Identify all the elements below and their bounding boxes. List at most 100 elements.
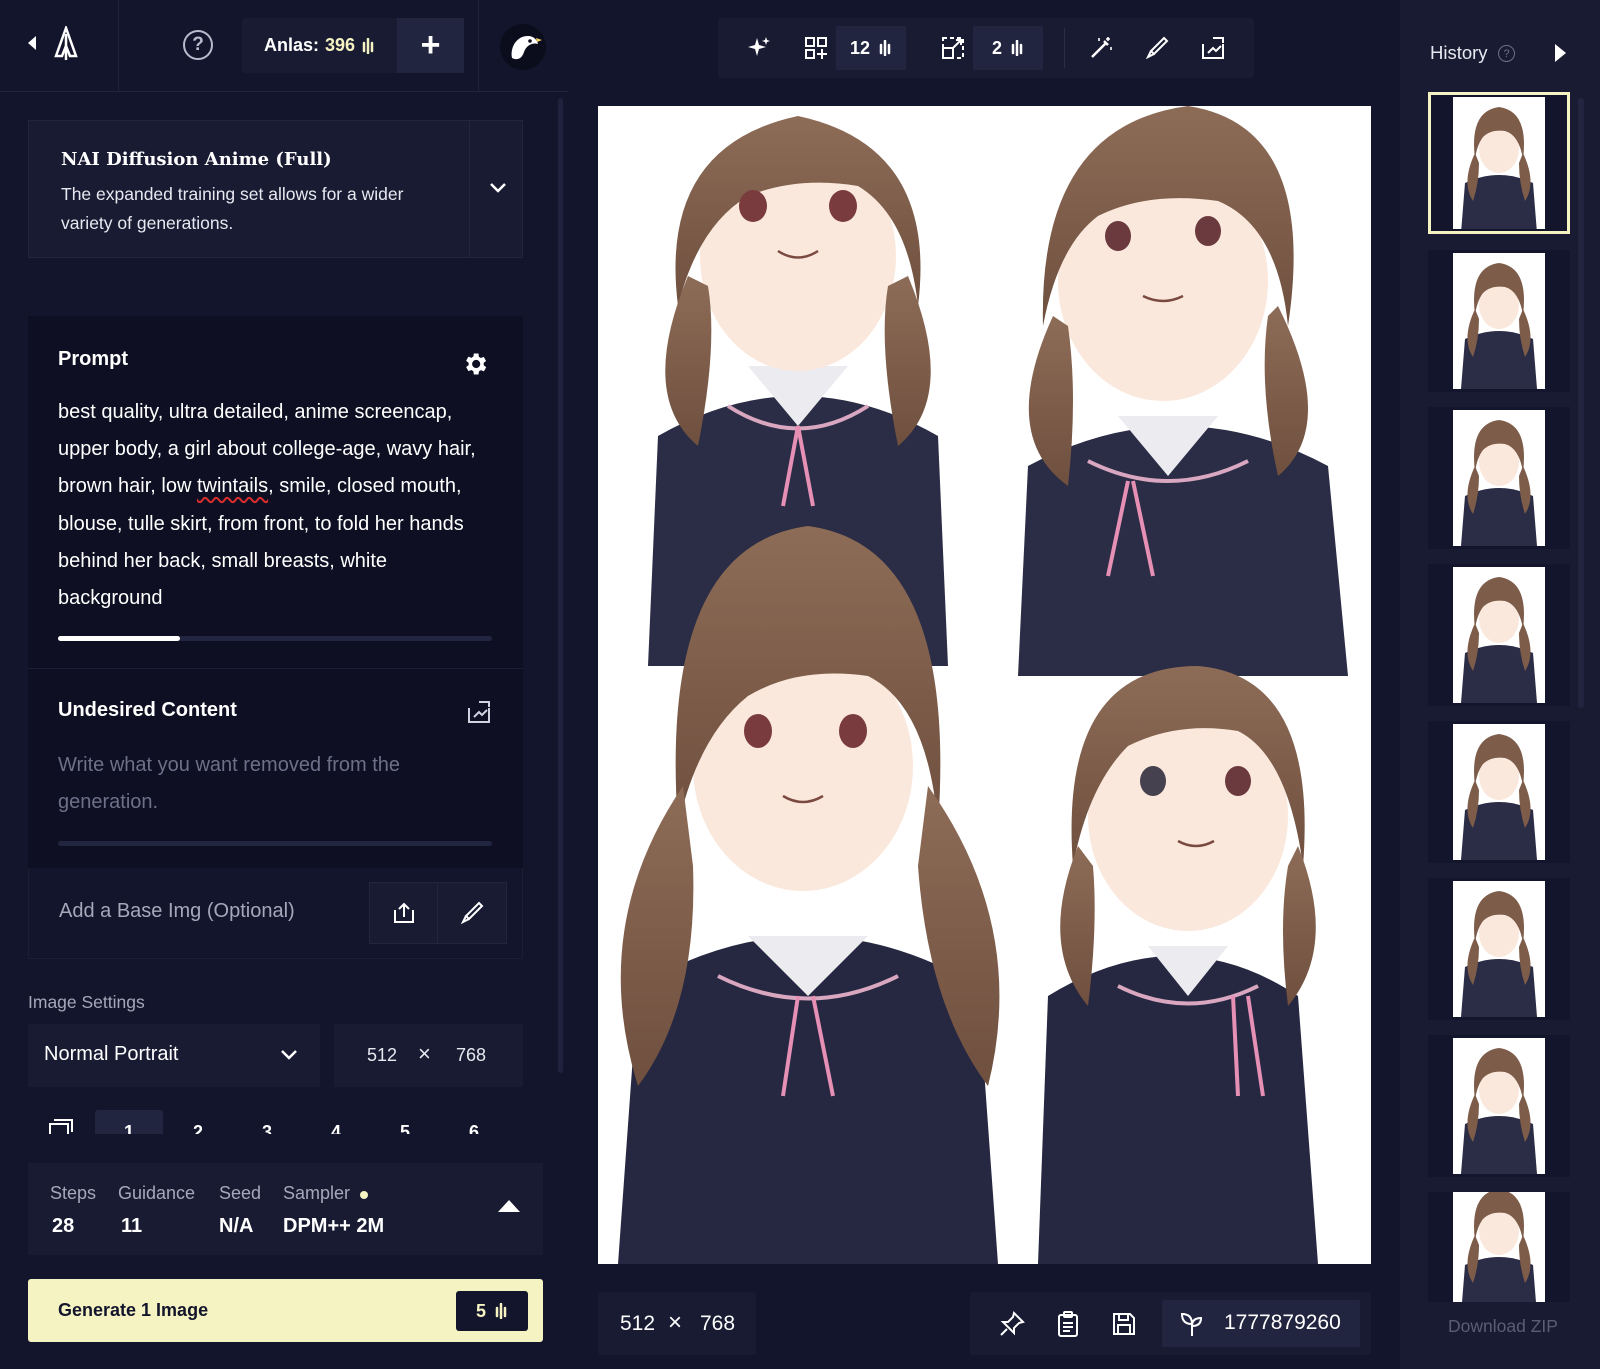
- image-count-tab-5[interactable]: 5: [371, 1110, 439, 1134]
- download-zip-button[interactable]: Download ZIP: [1448, 1316, 1558, 1337]
- history-item[interactable]: [1428, 250, 1570, 392]
- anlas-icon: [879, 40, 891, 56]
- steps-value: 28: [52, 1215, 75, 1237]
- model-name: NAI Diffusion Anime (Full): [61, 149, 332, 170]
- misspelled-word: twintails: [196, 475, 269, 498]
- upscale-cost: 2: [973, 26, 1043, 70]
- novelai-logo-icon[interactable]: [52, 26, 80, 62]
- resolution-preset-value: Normal Portrait: [44, 1043, 179, 1065]
- anlas-balance: Anlas: 396 +: [242, 18, 464, 73]
- save-icon[interactable]: [1110, 1310, 1138, 1338]
- image-settings-label: Image Settings: [28, 992, 145, 1012]
- history-item[interactable]: [1428, 1035, 1570, 1177]
- sampler-value: DPM++ 2M: [283, 1215, 385, 1237]
- anlas-icon: [1011, 40, 1023, 56]
- guidance-label: Guidance: [118, 1183, 196, 1203]
- help-icon[interactable]: ?: [183, 30, 213, 60]
- undesired-content-input[interactable]: Write what you want removed from the gen…: [58, 747, 478, 821]
- base-image-buttons: [369, 882, 507, 944]
- base-image-label: Add a Base Img (Optional): [59, 900, 295, 922]
- times-symbol: ×: [418, 1041, 431, 1066]
- image-count-tab-6[interactable]: 6: [440, 1110, 508, 1134]
- clipboard-icon[interactable]: [1054, 1310, 1082, 1338]
- generated-image[interactable]: [598, 106, 1371, 1264]
- left-scrollbar[interactable]: [558, 98, 563, 1073]
- inpaint-brush-icon[interactable]: [1144, 35, 1170, 61]
- image-count-tab-4[interactable]: 4: [302, 1110, 370, 1134]
- settings-summary[interactable]: Steps 28 Guidance 11 Seed N/A Sampler DP…: [28, 1163, 543, 1255]
- history-thumbnail: [1453, 97, 1545, 229]
- divider: [1064, 28, 1065, 68]
- magic-wand-icon[interactable]: [1088, 35, 1114, 61]
- history-item[interactable]: [1428, 407, 1570, 549]
- token-usage-fill: [58, 636, 180, 641]
- collapse-left-arrow-icon[interactable]: [28, 36, 36, 50]
- history-item[interactable]: [1428, 564, 1570, 706]
- history-thumbnail: [1453, 1038, 1545, 1174]
- chevron-down-icon: [281, 1050, 297, 1060]
- avatar-bird-icon: [511, 36, 542, 60]
- paint-new-image-button[interactable]: [438, 883, 506, 943]
- anlas-label: Anlas:: [264, 35, 320, 55]
- generate-cost-value: 5: [475, 1300, 486, 1321]
- buy-anlas-button[interactable]: +: [397, 18, 464, 73]
- upload-image-button[interactable]: [370, 883, 438, 943]
- variations-icon[interactable]: [803, 35, 829, 61]
- divider: [478, 0, 479, 92]
- sampler-label: Sampler: [283, 1183, 351, 1203]
- token-usage-bar: [58, 636, 492, 641]
- history-thumbnail: [1453, 410, 1545, 546]
- history-thumbnail: [1453, 724, 1545, 860]
- upscale-icon[interactable]: [940, 35, 966, 61]
- model-selector[interactable]: NAI Diffusion Anime (Full) The expanded …: [28, 120, 523, 258]
- history-help-icon[interactable]: ?: [1498, 45, 1515, 62]
- history-item[interactable]: [1428, 1192, 1570, 1302]
- variations-cost-value: 12: [849, 37, 871, 58]
- pin-icon[interactable]: [998, 1310, 1026, 1338]
- times-symbol: ×: [668, 1309, 683, 1336]
- generate-button[interactable]: Generate 1 Image 5: [28, 1279, 543, 1342]
- width-input[interactable]: 512: [367, 1045, 397, 1066]
- account-avatar[interactable]: [500, 24, 546, 70]
- sampler-indicator-dot: [360, 1191, 368, 1199]
- image-toolbar: 12 2: [718, 18, 1254, 78]
- image-count-tab-3[interactable]: 3: [233, 1110, 301, 1134]
- history-item[interactable]: [1428, 92, 1570, 234]
- preset-export-icon[interactable]: [466, 699, 492, 725]
- prompt-input[interactable]: best quality, ultra detailed, anime scre…: [58, 394, 493, 617]
- seedling-icon: [1180, 1312, 1203, 1336]
- anlas-value: 396: [325, 35, 356, 55]
- undesired-content-title: Undesired Content: [58, 699, 237, 721]
- edit-image-icon[interactable]: [1200, 35, 1226, 61]
- divider: [118, 0, 119, 92]
- expand-settings-icon[interactable]: [498, 1200, 520, 1212]
- model-description: The expanded training set allows for a w…: [61, 184, 404, 233]
- prompt-title: Prompt: [58, 348, 128, 370]
- history-panel: History ? Download ZIP: [1400, 0, 1600, 1369]
- gear-icon[interactable]: [461, 350, 489, 378]
- generated-image-artwork: [618, 106, 1348, 1264]
- seed-copy-button[interactable]: 1777879260: [1162, 1300, 1360, 1347]
- history-thumbnail: [1453, 881, 1545, 1017]
- history-item[interactable]: [1428, 721, 1570, 863]
- anlas-icon: [362, 38, 374, 54]
- history-title: History: [1430, 42, 1488, 63]
- result-width: 512: [620, 1312, 656, 1335]
- expand-history-arrow-icon[interactable]: [1555, 44, 1566, 62]
- brush-icon: [460, 901, 484, 925]
- figure-bottom-right: [1038, 666, 1318, 1264]
- sparkle-icon[interactable]: [746, 35, 772, 61]
- resolution-preset-select[interactable]: Normal Portrait: [28, 1024, 320, 1087]
- history-scrollbar[interactable]: [1578, 98, 1584, 708]
- history-item[interactable]: [1428, 878, 1570, 1020]
- top-bar: ? Anlas: 396 +: [0, 0, 568, 92]
- variations-cost: 12: [836, 26, 906, 70]
- image-count-tab-2[interactable]: 2: [164, 1110, 232, 1134]
- chevron-down-icon[interactable]: [487, 177, 509, 199]
- image-actions: 1777879260: [970, 1292, 1371, 1355]
- height-input[interactable]: 768: [456, 1045, 486, 1066]
- history-thumbnail: [1453, 1192, 1545, 1302]
- result-seed: 1777879260: [1224, 1311, 1341, 1334]
- prompt-card: Prompt best quality, ultra detailed, ani…: [28, 316, 523, 668]
- image-count-tab-1[interactable]: 1: [95, 1110, 163, 1134]
